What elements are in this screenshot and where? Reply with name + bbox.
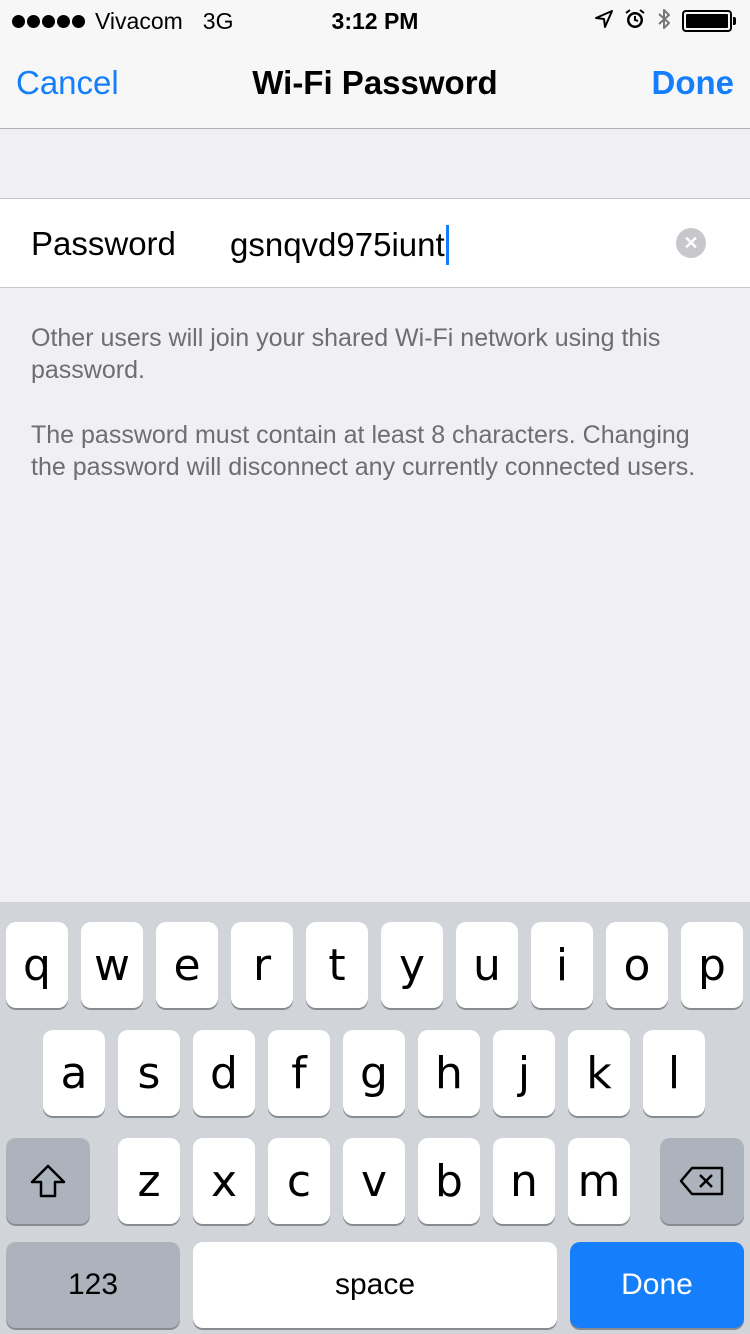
password-input[interactable]: gsnqvd975iunt	[230, 225, 449, 265]
key-s[interactable]: s	[118, 1030, 180, 1116]
key-a[interactable]: a	[43, 1030, 105, 1116]
key-p[interactable]: p	[681, 922, 743, 1008]
key-z[interactable]: z	[118, 1138, 180, 1224]
numbers-key[interactable]: 123	[6, 1242, 180, 1328]
key-w[interactable]: w	[81, 922, 143, 1008]
key-l[interactable]: l	[643, 1030, 705, 1116]
key-g[interactable]: g	[343, 1030, 405, 1116]
key-u[interactable]: u	[456, 922, 518, 1008]
clear-circle-icon[interactable]: ✕	[676, 228, 706, 258]
key-o[interactable]: o	[606, 922, 668, 1008]
key-f[interactable]: f	[268, 1030, 330, 1116]
backspace-icon[interactable]	[660, 1138, 744, 1224]
status-bar: Vivacom 3G 3:12 PM	[0, 0, 750, 40]
footnote-password-rules: The password must contain at least 8 cha…	[31, 421, 696, 481]
key-j[interactable]: j	[493, 1030, 555, 1116]
bluetooth-icon	[656, 7, 672, 36]
key-y[interactable]: y	[381, 922, 443, 1008]
space-key[interactable]: space	[193, 1242, 557, 1328]
footnote-shared-network: Other users will join your shared Wi-Fi …	[31, 324, 661, 384]
key-d[interactable]: d	[193, 1030, 255, 1116]
key-m[interactable]: m	[568, 1138, 630, 1224]
password-value: gsnqvd975iunt	[230, 226, 445, 263]
location-arrow-icon	[594, 9, 614, 34]
key-t[interactable]: t	[306, 922, 368, 1008]
battery-icon	[682, 10, 736, 32]
key-e[interactable]: e	[156, 922, 218, 1008]
shift-icon[interactable]	[6, 1138, 90, 1224]
password-row[interactable]: Password gsnqvd975iunt ✕	[0, 198, 750, 288]
key-x[interactable]: x	[193, 1138, 255, 1224]
keyboard-done-button[interactable]: Done	[570, 1242, 744, 1328]
password-label: Password	[31, 225, 176, 262]
key-b[interactable]: b	[418, 1138, 480, 1224]
status-right	[594, 6, 738, 36]
key-v[interactable]: v	[343, 1138, 405, 1224]
alarm-icon	[624, 8, 646, 35]
key-i[interactable]: i	[531, 922, 593, 1008]
key-c[interactable]: c	[268, 1138, 330, 1224]
key-k[interactable]: k	[568, 1030, 630, 1116]
key-q[interactable]: q	[6, 922, 68, 1008]
text-caret	[445, 225, 449, 265]
page-title: Wi-Fi Password	[252, 64, 498, 101]
key-h[interactable]: h	[418, 1030, 480, 1116]
done-button[interactable]: Done	[652, 64, 735, 102]
navigation-bar: Cancel Wi-Fi Password Done	[0, 40, 750, 129]
keyboard: q w e r t y u i o p a s d f g h j k l z …	[0, 902, 750, 1334]
key-n[interactable]: n	[493, 1138, 555, 1224]
key-r[interactable]: r	[231, 922, 293, 1008]
